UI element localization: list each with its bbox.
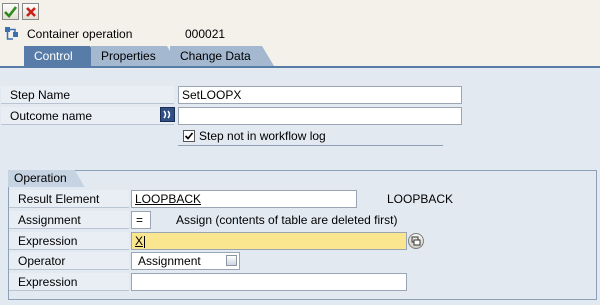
expression-label: Expression [9, 232, 129, 250]
dropdown-icon [226, 255, 237, 266]
expression-2-field[interactable] [131, 273, 407, 291]
confirm-button[interactable] [2, 3, 19, 20]
result-element-description: LOOPBACK [387, 192, 454, 206]
step-name-label: Step Name [1, 86, 174, 104]
result-element-label: Result Element [9, 190, 129, 208]
operator-dropdown[interactable]: Assignment [131, 252, 240, 270]
expression-value-help-button[interactable] [408, 233, 424, 249]
cancel-button[interactable] [22, 3, 39, 20]
result-element-field[interactable]: LOOPBACK [131, 190, 357, 208]
workflow-log-checkbox[interactable] [183, 130, 195, 142]
tab-properties[interactable]: Properties [91, 46, 179, 66]
expression-2-label: Expression [9, 273, 129, 291]
assignment-field[interactable]: = [131, 211, 151, 229]
cancel-icon [25, 6, 36, 17]
outcome-name-field[interactable] [178, 107, 462, 125]
header-label: Container operation [27, 27, 133, 41]
assignment-description: Assign (contents of table are deleted fi… [176, 213, 398, 227]
tab-change-data[interactable]: Change Data [170, 46, 274, 66]
check-icon [4, 6, 17, 18]
operator-label: Operator [9, 252, 129, 270]
assignment-label: Assignment [9, 211, 129, 229]
operation-group-title: Operation [8, 170, 85, 187]
tab-control[interactable]: Control [24, 46, 102, 66]
separator-line [178, 145, 443, 146]
text-symbol-button[interactable] [160, 107, 175, 122]
text-symbol-icon [163, 110, 171, 119]
check-mark-icon [184, 132, 194, 140]
header-value: 000021 [185, 27, 226, 41]
step-name-field[interactable] [178, 86, 462, 104]
expression-field[interactable]: X [131, 232, 407, 250]
outcome-name-label: Outcome name [1, 107, 174, 125]
value-help-icon [411, 236, 421, 246]
container-operation-icon [5, 27, 18, 40]
workflow-log-label: Step not in workflow log [199, 129, 326, 143]
